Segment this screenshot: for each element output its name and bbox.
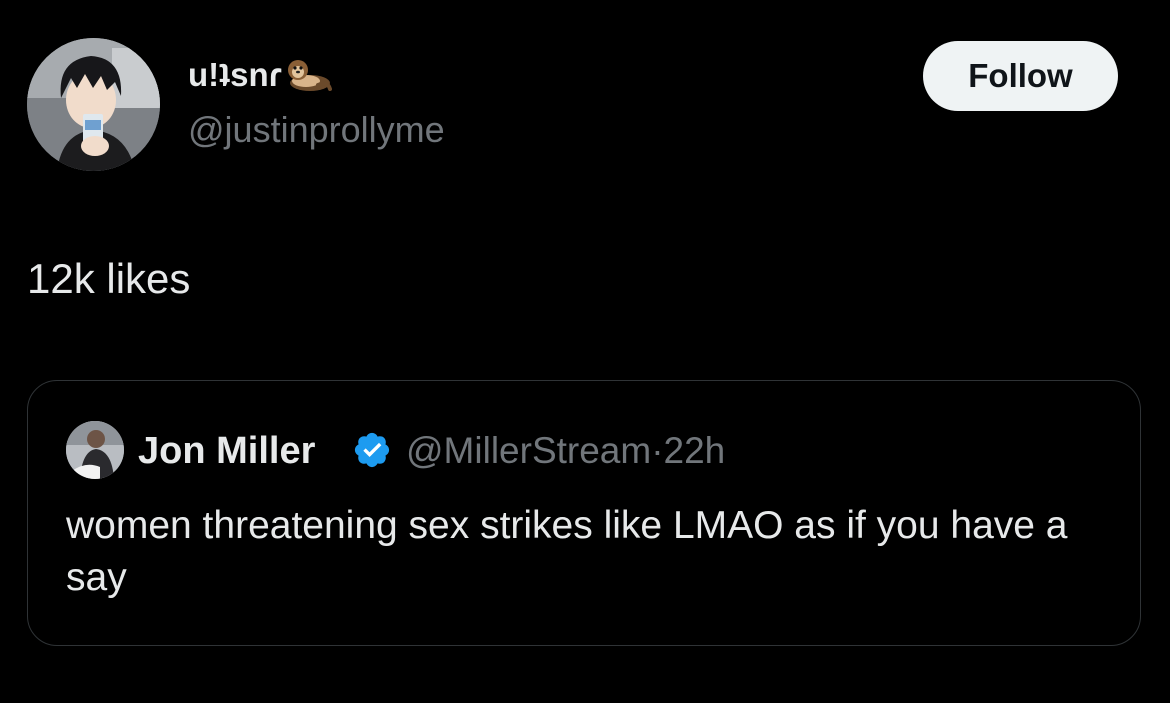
quoted-author-avatar[interactable] xyxy=(66,421,124,479)
author-name-text: u!ʇsnɾ xyxy=(188,56,282,93)
verified-badge-icon xyxy=(354,432,390,468)
quoted-tweet-text: women threatening sex strikes like LMAO … xyxy=(66,504,1068,599)
tweet-text: 12k likes xyxy=(27,255,191,302)
otter-emoji-icon xyxy=(287,60,332,91)
quoted-meta: @MillerStream·22h xyxy=(406,429,725,473)
author-handle[interactable]: @justinprollyme xyxy=(188,108,445,152)
quoted-timestamp[interactable]: 22h xyxy=(664,430,726,471)
follow-button[interactable]: Follow xyxy=(923,41,1118,111)
quoted-author-name[interactable]: Jon Miller xyxy=(138,429,315,473)
meta-separator: · xyxy=(651,430,664,471)
author-avatar[interactable] xyxy=(27,38,160,171)
quoted-tweet-card[interactable]: Jon Miller @MillerStream·22h women threa… xyxy=(27,380,1141,646)
quoted-author-handle[interactable]: @MillerStream xyxy=(406,430,651,471)
author-display-name[interactable]: u!ʇsnɾ xyxy=(188,55,332,95)
